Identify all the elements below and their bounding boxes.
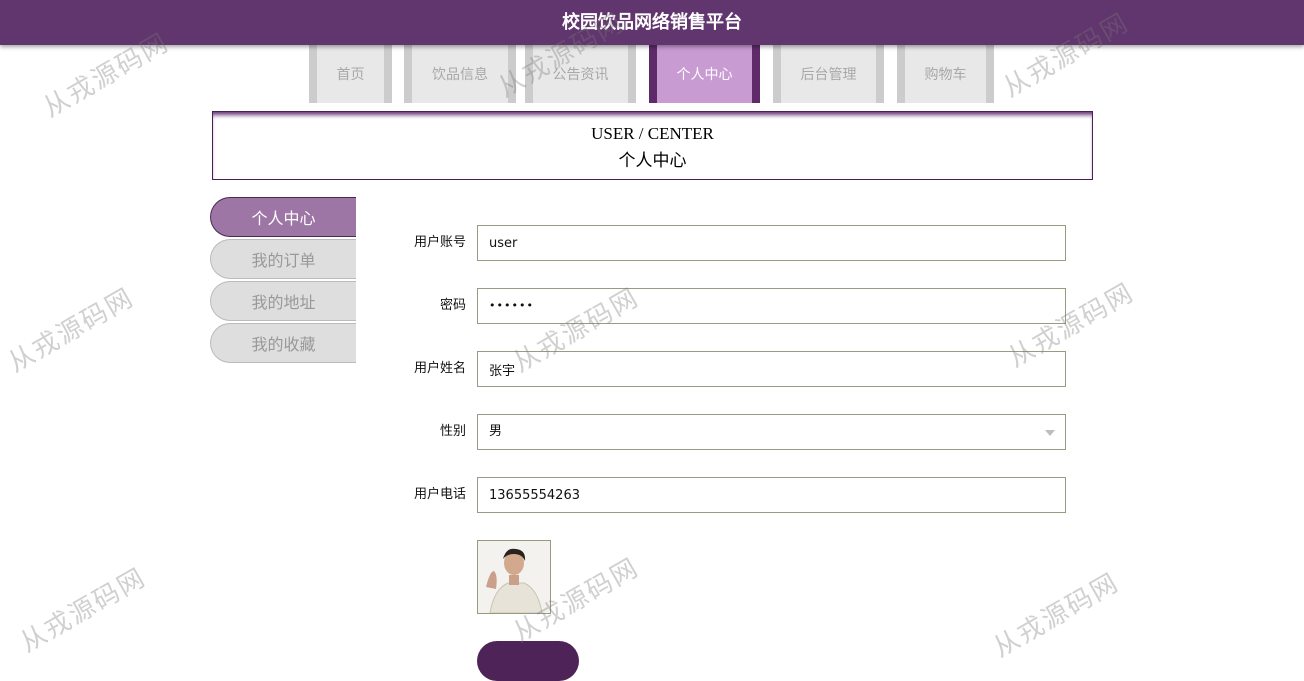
nav-cart[interactable]: 购物车 [897, 45, 994, 103]
name-input[interactable] [477, 351, 1066, 387]
form-row-phone: 用户电话 [400, 477, 1066, 513]
gender-label: 性别 [439, 424, 466, 439]
watermark-text: 从戎源码网 [988, 567, 1125, 664]
form-row-password: 密码 •••••• [400, 288, 1066, 324]
chevron-down-icon [1045, 430, 1055, 436]
nav-admin[interactable]: 后台管理 [773, 45, 884, 103]
watermark-text: 从戎源码网 [15, 562, 152, 659]
header-bar: 校园饮品网络销售平台 [0, 0, 1304, 45]
sidebar-item-address[interactable]: 我的地址 [210, 281, 356, 321]
sidebar-menu: 个人中心 我的订单 我的地址 我的收藏 [210, 197, 356, 365]
account-label: 用户账号 [413, 235, 466, 250]
banner-title-cn: 个人中心 [618, 151, 687, 170]
phone-label: 用户电话 [413, 487, 466, 502]
form-row-gender: 性别 男 [400, 414, 1066, 450]
nav-user-center[interactable]: 个人中心 [649, 45, 760, 103]
avatar-photo [478, 541, 550, 613]
banner-title-en: USER / CENTER [591, 124, 714, 143]
submit-button[interactable] [477, 641, 579, 681]
password-label: 密码 [439, 298, 466, 313]
site-title: 校园饮品网络销售平台 [562, 12, 742, 33]
section-banner: USER / CENTER 个人中心 [212, 111, 1093, 180]
sidebar-item-orders[interactable]: 我的订单 [210, 239, 356, 279]
name-label: 用户姓名 [413, 361, 466, 376]
main-nav: 首页 饮品信息 公告资讯 个人中心 后台管理 购物车 [0, 45, 1304, 103]
phone-input[interactable] [477, 477, 1066, 513]
password-input[interactable]: •••••• [477, 288, 1066, 324]
sidebar-item-user-center[interactable]: 个人中心 [210, 197, 356, 237]
sidebar-item-favorites[interactable]: 我的收藏 [210, 323, 356, 363]
gender-select[interactable]: 男 [477, 414, 1066, 450]
watermark-text: 从戎源码网 [3, 282, 140, 379]
nav-home[interactable]: 首页 [309, 45, 392, 103]
gender-selected-value: 男 [489, 424, 503, 439]
form-row-name: 用户姓名 [400, 351, 1066, 387]
avatar-image[interactable] [477, 540, 551, 614]
nav-news[interactable]: 公告资讯 [525, 45, 636, 103]
account-input[interactable] [477, 225, 1066, 261]
nav-drinks[interactable]: 饮品信息 [404, 45, 516, 103]
form-row-account: 用户账号 [400, 225, 1066, 261]
